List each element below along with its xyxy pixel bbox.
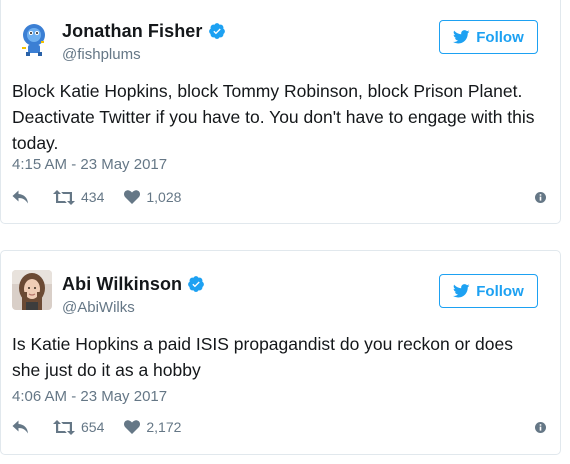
like-button[interactable]: 1,028 [124, 189, 181, 205]
tweet-card: Abi Wilkinson @AbiWilks Follow Is Katie … [0, 250, 561, 455]
like-count: 2,172 [146, 419, 182, 435]
tweet-text: Is Katie Hopkins a paid ISIS propagandis… [12, 334, 513, 380]
reply-button[interactable] [12, 190, 30, 204]
retweet-button[interactable]: 654 [53, 419, 104, 435]
follow-label: Follow [476, 28, 524, 46]
author-info: Abi Wilkinson @AbiWilks [62, 273, 205, 316]
retweet-button[interactable]: 434 [53, 189, 104, 205]
follow-label: Follow [476, 282, 524, 300]
avatar[interactable] [12, 19, 52, 59]
retweet-count: 654 [81, 419, 105, 435]
retweet-icon [53, 189, 75, 205]
handle[interactable]: @fishplums [62, 46, 226, 63]
reply-button[interactable] [12, 420, 30, 434]
retweet-icon [53, 419, 75, 435]
heart-icon [124, 420, 141, 434]
info-button[interactable] [535, 421, 546, 433]
timestamp[interactable]: 4:06 AM - 23 May 2017 [12, 388, 167, 405]
retweet-count: 434 [81, 189, 105, 205]
heart-icon [124, 190, 141, 204]
reply-icon [12, 420, 28, 434]
twitter-bird-icon [453, 30, 470, 44]
tweet-card: Jonathan Fisher @fishplums Follow Block … [0, 0, 561, 224]
like-count: 1,028 [146, 189, 182, 205]
reply-icon [12, 190, 28, 204]
display-name[interactable]: Abi Wilkinson [62, 274, 182, 295]
display-name[interactable]: Jonathan Fisher [62, 21, 203, 42]
avatar[interactable] [12, 270, 52, 310]
tweet-actions: 434 1,028 [12, 187, 549, 207]
info-icon [535, 191, 546, 203]
info-button[interactable] [535, 191, 546, 203]
follow-button[interactable]: Follow [439, 274, 538, 308]
twitter-bird-icon [453, 284, 470, 298]
author-info: Jonathan Fisher @fishplums [62, 20, 226, 63]
verified-badge-icon [208, 23, 225, 39]
like-button[interactable]: 2,172 [124, 419, 181, 435]
verified-badge-icon [188, 276, 205, 292]
photo-avatar-icon [12, 270, 52, 310]
tweet-actions: 654 2,172 [12, 417, 549, 437]
handle[interactable]: @AbiWilks [62, 299, 205, 316]
info-icon [535, 421, 546, 433]
cartoon-figure-avatar-icon [12, 19, 52, 59]
timestamp[interactable]: 4:15 AM - 23 May 2017 [12, 156, 167, 173]
tweet-text: Block Katie Hopkins, block Tommy Robinso… [12, 81, 535, 153]
follow-button[interactable]: Follow [439, 20, 538, 54]
